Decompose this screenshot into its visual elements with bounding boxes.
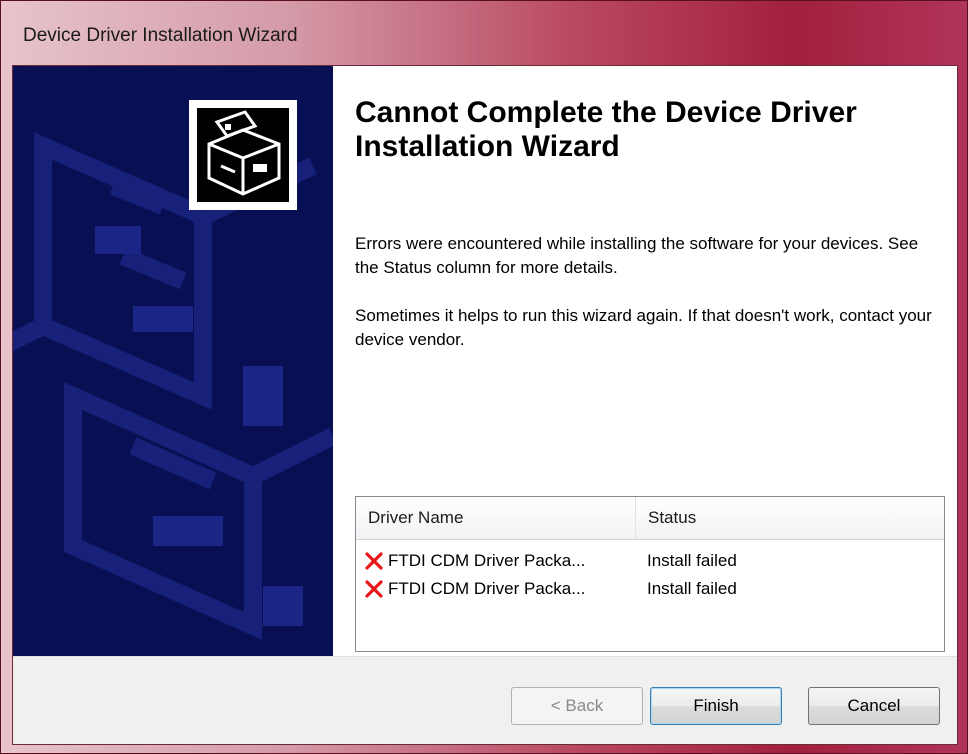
page-title: Cannot Complete the Device Driver Instal… xyxy=(355,96,857,163)
wizard-client-area: Cannot Complete the Device Driver Instal… xyxy=(12,65,958,745)
driver-status-cell: Install failed xyxy=(647,551,737,570)
red-x-icon xyxy=(365,552,383,570)
table-row[interactable]: FTDI CDM Driver Packa... Install failed xyxy=(356,575,944,603)
back-button[interactable]: < Back xyxy=(511,687,643,725)
title-bar[interactable]: Device Driver Installation Wizard xyxy=(1,1,967,59)
column-header-status[interactable]: Status xyxy=(636,497,944,539)
help-description: Sometimes it helps to run this wizard ag… xyxy=(355,306,932,349)
list-header: Driver Name Status xyxy=(356,497,944,540)
table-row[interactable]: FTDI CDM Driver Packa... Install failed xyxy=(356,547,944,575)
wizard-content: Cannot Complete the Device Driver Instal… xyxy=(333,66,957,656)
red-x-icon xyxy=(365,580,383,598)
error-description: Errors were encountered while installing… xyxy=(355,234,919,277)
driver-name-cell: FTDI CDM Driver Packa... xyxy=(388,579,586,598)
driver-name-cell: FTDI CDM Driver Packa... xyxy=(388,551,586,570)
window-title: Device Driver Installation Wizard xyxy=(23,25,298,46)
column-header-driver-name[interactable]: Driver Name xyxy=(356,497,636,539)
wizard-side-banner xyxy=(13,66,333,656)
wizard-button-bar: < Back Finish Cancel xyxy=(13,656,957,744)
wizard-window: Device Driver Installation Wizard Cannot… xyxy=(0,0,968,754)
driver-install-logo xyxy=(189,100,297,210)
hardware-drawer-icon xyxy=(197,108,289,202)
driver-status-cell: Install failed xyxy=(647,579,737,598)
finish-button[interactable]: Finish xyxy=(650,687,782,725)
cancel-button[interactable]: Cancel xyxy=(808,687,940,725)
driver-status-list[interactable]: Driver Name Status FTDI CDM Driver Packa… xyxy=(355,496,945,652)
